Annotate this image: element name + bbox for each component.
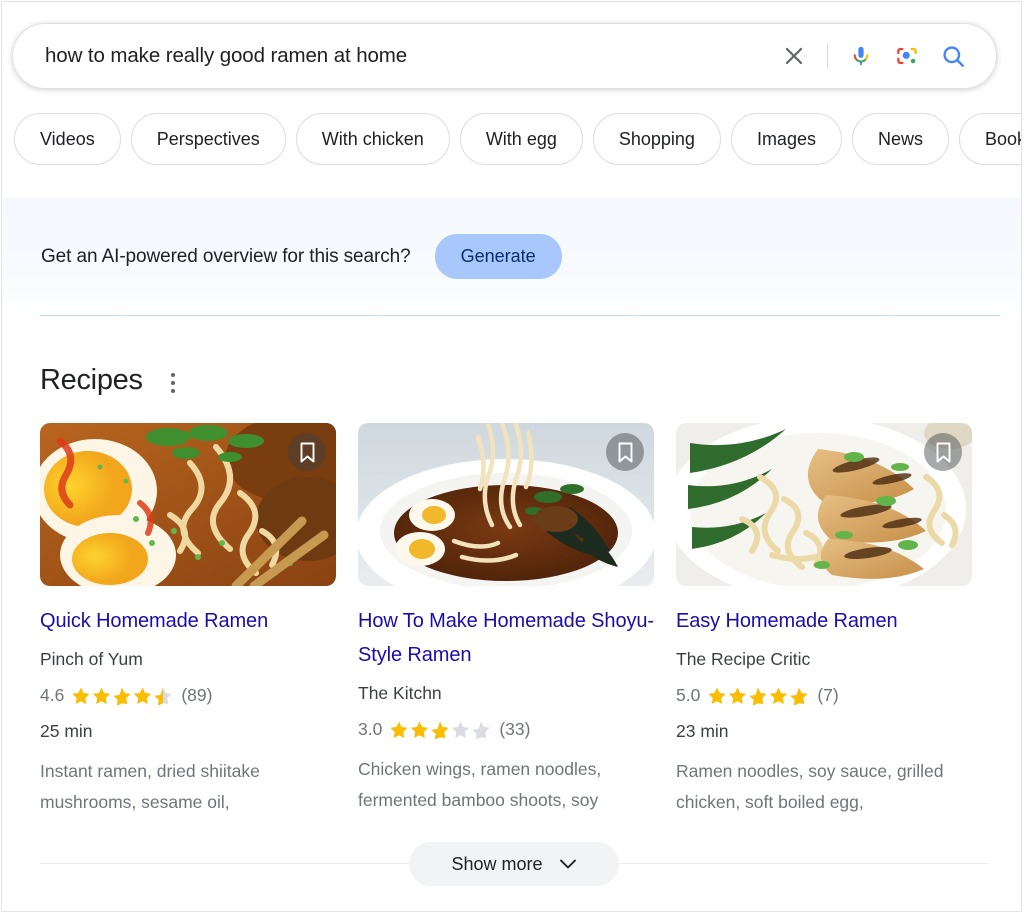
show-more-button[interactable]: Show more	[409, 842, 619, 886]
rating-stars	[71, 686, 174, 705]
rating-value: 5.0	[676, 685, 701, 705]
recipe-time: 23 min	[676, 721, 729, 741]
rating-stars	[389, 720, 492, 739]
chip-label: With egg	[485, 128, 557, 149]
filter-chip-news[interactable]: News	[851, 113, 949, 165]
recipe-cards-list: Quick Homemade Ramen Pinch of Yum 4.6 (8…	[40, 423, 988, 818]
search-divider	[827, 43, 828, 69]
microphone-icon[interactable]	[838, 33, 884, 79]
recipe-title-link[interactable]: Easy Homemade Ramen	[676, 604, 972, 638]
clear-icon[interactable]	[771, 33, 817, 79]
google-lens-icon[interactable]	[884, 33, 930, 79]
show-more-container: Show more	[40, 842, 988, 886]
rating-count: (33)	[499, 719, 531, 739]
chip-label: News	[877, 128, 923, 149]
bookmark-icon[interactable]	[606, 433, 644, 471]
search-submit-icon[interactable]	[930, 33, 976, 79]
chip-label: With chicken	[321, 128, 424, 149]
filter-chip-shopping[interactable]: Shopping	[592, 113, 721, 165]
chevron-down-icon	[559, 854, 577, 875]
search-bar[interactable]	[12, 23, 997, 89]
search-bar-container	[12, 23, 997, 89]
chip-label: Perspectives	[156, 128, 260, 149]
recipe-ingredients: Chicken wings, ramen noodles, fermented …	[358, 759, 602, 810]
show-more-label: Show more	[451, 853, 543, 874]
ai-overview-content: Get an AI-powered overview for this sear…	[41, 234, 562, 279]
recipe-ingredients: Instant ramen, dried shiitake mushrooms,…	[40, 761, 260, 812]
rating-count: (7)	[817, 685, 839, 705]
rating-value: 4.6	[40, 685, 65, 705]
rating-value: 3.0	[358, 719, 383, 739]
bookmark-icon[interactable]	[924, 433, 962, 471]
rating-count: (89)	[181, 685, 213, 705]
recipe-source: The Kitchn	[358, 683, 442, 703]
recipes-module-header: Recipes	[40, 364, 185, 397]
chip-label: Images	[756, 128, 816, 149]
search-bar-actions	[771, 33, 976, 79]
chip-label: Books	[984, 128, 1021, 149]
recipe-ingredients: Ramen noodles, soy sauce, grilled chicke…	[676, 761, 944, 812]
recipe-source: Pinch of Yum	[40, 649, 143, 669]
ai-overview-banner: Get an AI-powered overview for this sear…	[3, 198, 1021, 319]
recipe-image[interactable]	[40, 423, 336, 586]
bookmark-icon[interactable]	[288, 433, 326, 471]
recipe-rating: 5.0 (7)	[676, 680, 972, 710]
recipe-time: 25 min	[40, 721, 93, 741]
filter-chip-with-chicken[interactable]: With chicken	[295, 113, 450, 165]
recipe-image[interactable]	[676, 423, 972, 586]
filter-chip-books[interactable]: Books	[958, 113, 1021, 165]
ai-banner-divider	[40, 315, 1000, 316]
ai-overview-prompt: Get an AI-powered overview for this sear…	[41, 245, 411, 267]
recipe-title-link[interactable]: How To Make Homemade Shoyu-Style Ramen	[358, 604, 654, 672]
filter-chip-with-egg[interactable]: With egg	[459, 113, 583, 165]
recipe-card[interactable]: How To Make Homemade Shoyu-Style Ramen T…	[358, 423, 654, 818]
recipe-card[interactable]: Easy Homemade Ramen The Recipe Critic 5.…	[676, 423, 972, 818]
page-title: Recipes	[40, 364, 143, 396]
recipe-rating: 4.6 (89)	[40, 680, 336, 710]
chip-label: Videos	[40, 128, 95, 149]
search-results-page: Videos Perspectives With chicken With eg…	[1, 1, 1022, 912]
filter-chip-videos[interactable]: Videos	[14, 113, 121, 165]
generate-button[interactable]: Generate	[434, 234, 562, 279]
search-input[interactable]	[43, 43, 771, 69]
rating-stars	[707, 686, 810, 705]
recipe-card[interactable]: Quick Homemade Ramen Pinch of Yum 4.6 (8…	[40, 423, 336, 818]
recipe-source: The Recipe Critic	[676, 649, 811, 669]
recipe-rating: 3.0 (33)	[358, 714, 654, 744]
recipe-image[interactable]	[358, 423, 654, 586]
filter-chips-row: Videos Perspectives With chicken With eg…	[14, 112, 1021, 166]
chip-label: Shopping	[618, 128, 695, 149]
recipe-title-link[interactable]: Quick Homemade Ramen	[40, 604, 336, 638]
more-options-icon[interactable]	[161, 369, 185, 397]
filter-chip-images[interactable]: Images	[730, 113, 842, 165]
filter-chip-perspectives[interactable]: Perspectives	[130, 113, 286, 165]
